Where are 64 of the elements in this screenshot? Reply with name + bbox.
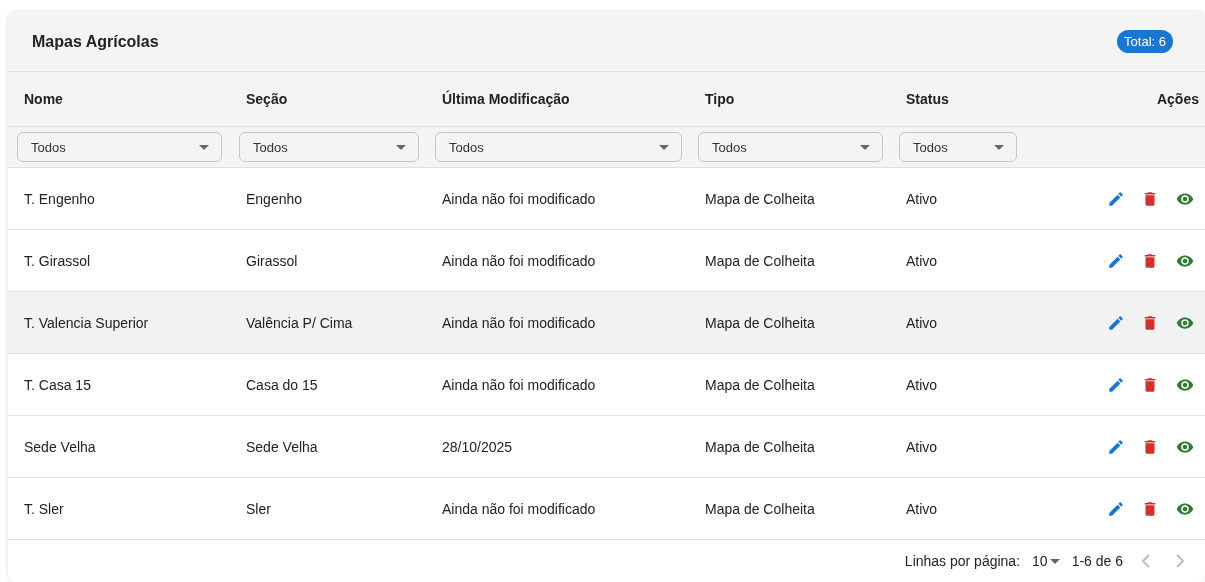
- table-cell-text: Ainda não foi modificado: [441, 376, 597, 393]
- table-cell-text: Mapa de Colheita: [704, 314, 816, 331]
- table-row[interactable]: T. Girassol Girassol Ainda não foi modificado Mapa de Colheita Ativo: [8, 230, 1205, 292]
- column-header: Seção: [245, 91, 288, 107]
- table-cell-text: Ainda não foi modificado: [441, 190, 597, 207]
- table-cell-text: Ativo: [905, 314, 939, 331]
- column-header: Status: [905, 91, 949, 107]
- table-cell-text: Sede Velha: [245, 438, 319, 455]
- column-header: Tipo: [704, 91, 735, 107]
- table-row[interactable]: T. Valencia Superior Valência P/ Cima Ainda não foi modificado Mapa de Colheita Ativo: [8, 292, 1205, 354]
- table-cell-text: Girassol: [245, 252, 299, 269]
- table-cell-text: 28/10/2025: [441, 438, 514, 455]
- table-cell-text: Ainda não foi modificado: [441, 314, 597, 331]
- dropdown-caret-icon: [994, 144, 1004, 150]
- edit-pencil-icon[interactable]: [1107, 189, 1125, 208]
- table-cell-text: T. Casa 15: [23, 376, 92, 393]
- table-row[interactable]: T. Casa 15 Casa do 15 Ainda não foi modificado Mapa de Colheita Ativo: [8, 354, 1205, 416]
- table-cell-text: Ativo: [905, 252, 939, 269]
- total-badge: Total: 6: [1117, 30, 1173, 53]
- table-cell-text: T. Sler: [23, 500, 65, 517]
- dropdown-caret-icon: [199, 144, 209, 150]
- edit-pencil-icon[interactable]: [1107, 437, 1125, 456]
- dropdown-caret-icon: [396, 144, 406, 150]
- column-header: Última Modificação: [441, 91, 570, 107]
- table-cell-text: Ainda não foi modificado: [441, 500, 597, 517]
- dropdown-caret-icon: [1049, 558, 1060, 564]
- table-cell-text: Mapa de Colheita: [704, 190, 816, 207]
- table-row[interactable]: T. Engenho Engenho Ainda não foi modificado Mapa de Colheita Ativo: [8, 168, 1205, 230]
- edit-pencil-icon[interactable]: [1107, 251, 1125, 270]
- column-header: Nome: [23, 91, 63, 107]
- column-header: Ações: [1155, 91, 1200, 107]
- table-cell-text: T. Girassol: [23, 252, 92, 269]
- filter-select[interactable]: Todos: [17, 132, 222, 162]
- table-cell-text: Ativo: [905, 376, 939, 393]
- table-row[interactable]: T. Sler Sler Ainda não foi modificado Mapa de Colheita Ativo: [8, 478, 1205, 540]
- filter-select[interactable]: Todos: [698, 132, 883, 162]
- dropdown-caret-icon: [860, 144, 870, 150]
- table-cell-text: Ativo: [905, 438, 939, 455]
- table-cell-text: Mapa de Colheita: [704, 376, 816, 393]
- table-cell-text: Engenho: [245, 190, 304, 207]
- table-cell-text: Mapa de Colheita: [704, 438, 816, 455]
- table-cell-text: T. Engenho: [23, 190, 96, 207]
- table-row[interactable]: Sede Velha Sede Velha 28/10/2025 Mapa de Colheita Ativo: [8, 416, 1205, 478]
- rows-per-page-select[interactable]: 10: [1032, 553, 1060, 569]
- table-cell-text: Ativo: [905, 500, 939, 517]
- dropdown-caret-icon: [659, 144, 669, 150]
- table-cell-text: Ativo: [905, 190, 939, 207]
- edit-pencil-icon[interactable]: [1107, 313, 1125, 332]
- table-cell-text: Sede Velha: [23, 438, 97, 455]
- table-cell-text: Casa do 15: [245, 376, 319, 393]
- table-cell-text: Valência P/ Cima: [245, 314, 354, 331]
- rows-per-page-label: Linhas por página:: [904, 553, 1021, 569]
- page-range: 1-6 de 6: [1071, 553, 1123, 569]
- table-cell-text: T. Valencia Superior: [23, 314, 150, 331]
- filter-select[interactable]: Todos: [435, 132, 682, 162]
- edit-pencil-icon[interactable]: [1107, 499, 1125, 518]
- edit-pencil-icon[interactable]: [1107, 375, 1125, 394]
- filter-select[interactable]: Todos: [899, 132, 1017, 162]
- filter-select[interactable]: Todos: [239, 132, 419, 162]
- table-cell-text: Sler: [245, 500, 272, 517]
- table-cell-text: Mapa de Colheita: [704, 500, 816, 517]
- table-cell-text: Ainda não foi modificado: [441, 252, 597, 269]
- table-cell-text: Mapa de Colheita: [704, 252, 816, 269]
- card-title: Mapas Agrícolas: [32, 32, 159, 51]
